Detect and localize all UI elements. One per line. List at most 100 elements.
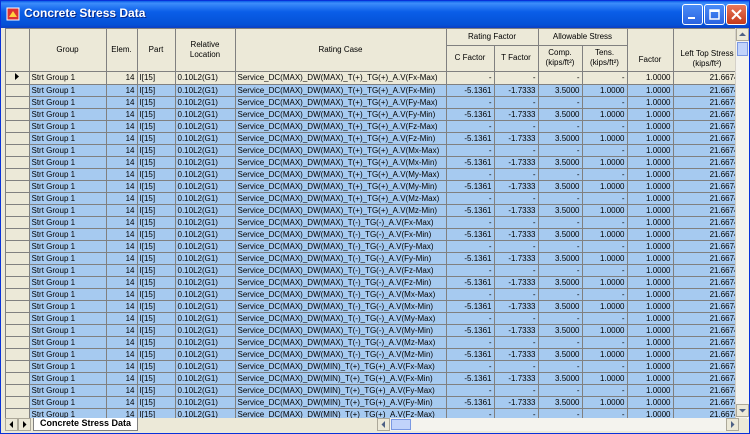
cell-relative-location[interactable]: 0.10L2(G1) (175, 276, 236, 289)
cell-t-factor[interactable]: - (494, 264, 539, 277)
cell-elem[interactable]: 14 (106, 384, 138, 397)
data-grid[interactable]: Group Elem. Part Relative Location Ratin… (5, 28, 748, 419)
cell-rating-case[interactable]: Service_DC(MAX)_DW(MAX)_T(+)_TG(+)_A.V(F… (235, 71, 447, 85)
cell-t-factor[interactable]: -1.7333 (494, 132, 539, 145)
cell-elem[interactable]: 14 (106, 120, 138, 133)
cell-c-factor[interactable]: - (446, 264, 495, 277)
cell-tens[interactable]: 1.0000 (582, 396, 628, 409)
header-tens[interactable]: Tens. (kips/ft²) (582, 45, 628, 72)
cell-rating-case[interactable]: Service_DC(MAX)_DW(MAX)_T(+)_TG(+)_A.V(M… (235, 180, 447, 193)
cell-tens[interactable]: 1.0000 (582, 348, 628, 361)
cell-elem[interactable]: 14 (106, 276, 138, 289)
cell-part[interactable]: I[15] (137, 276, 176, 289)
cell-relative-location[interactable]: 0.10L2(G1) (175, 300, 236, 313)
cell-relative-location[interactable]: 0.10L2(G1) (175, 71, 236, 85)
cell-elem[interactable]: 14 (106, 132, 138, 145)
cell-tens[interactable]: 1.0000 (582, 156, 628, 169)
table-row[interactable]: Strt Group 1 14 I[15] 0.10L2(G1) Service_DC(… (6, 396, 742, 409)
cell-left-top-stress[interactable]: 21.6674 (673, 240, 742, 253)
cell-relative-location[interactable]: 0.10L2(G1) (175, 348, 236, 361)
cell-rating-case[interactable]: Service_DC(MAX)_DW(MAX)_T(+)_TG(+)_A.V(M… (235, 204, 447, 217)
cell-rating-case[interactable]: Service_DC(MAX)_DW(MAX)_T(+)_TG(+)_A.V(M… (235, 192, 447, 205)
cell-factor[interactable]: 1.0000 (627, 300, 674, 313)
vertical-scroll-thumb[interactable] (737, 42, 748, 56)
row-indicator[interactable] (6, 240, 30, 253)
cell-group[interactable]: Strt Group 1 (29, 312, 107, 325)
table-row[interactable]: Strt Group 1 14 I[15] 0.10L2(G1) Service_DC(… (6, 120, 742, 133)
table-row[interactable]: Strt Group 1 14 I[15] 0.10L2(G1) Service_DC(… (6, 348, 742, 361)
cell-elem[interactable]: 14 (106, 264, 138, 277)
cell-t-factor[interactable]: -1.7333 (494, 156, 539, 169)
cell-tens[interactable]: - (582, 384, 628, 397)
cell-elem[interactable]: 14 (106, 156, 138, 169)
cell-c-factor[interactable]: - (446, 240, 495, 253)
cell-elem[interactable]: 14 (106, 324, 138, 337)
cell-t-factor[interactable]: -1.7333 (494, 108, 539, 121)
cell-left-top-stress[interactable]: 21.6674 (673, 192, 742, 205)
cell-factor[interactable]: 1.0000 (627, 360, 674, 373)
cell-rating-case[interactable]: Service_DC(MAX)_DW(MAX)_T(-)_TG(-)_A.V(F… (235, 252, 447, 265)
cell-part[interactable]: I[15] (137, 264, 176, 277)
cell-relative-location[interactable]: 0.10L2(G1) (175, 216, 236, 229)
cell-comp[interactable]: - (538, 288, 583, 301)
cell-t-factor[interactable]: - (494, 288, 539, 301)
cell-comp[interactable]: - (538, 336, 583, 349)
cell-rating-case[interactable]: Service_DC(MAX)_DW(MAX)_T(-)_TG(-)_A.V(F… (235, 240, 447, 253)
row-indicator[interactable] (6, 336, 30, 349)
cell-elem[interactable]: 14 (106, 228, 138, 241)
cell-left-top-stress[interactable]: 21.6674 (673, 336, 742, 349)
cell-tens[interactable]: - (582, 144, 628, 157)
cell-elem[interactable]: 14 (106, 192, 138, 205)
cell-part[interactable]: I[15] (137, 108, 176, 121)
table-row[interactable]: Strt Group 1 14 I[15] 0.10L2(G1) Service_DC(… (6, 336, 742, 349)
table-row[interactable]: Strt Group 1 14 I[15] 0.10L2(G1) Service_DC(… (6, 240, 742, 253)
cell-comp[interactable]: - (538, 192, 583, 205)
cell-comp[interactable]: - (538, 264, 583, 277)
scroll-up-button[interactable] (736, 28, 749, 41)
cell-group[interactable]: Strt Group 1 (29, 180, 107, 193)
cell-tens[interactable]: 1.0000 (582, 204, 628, 217)
cell-rating-case[interactable]: Service_DC(MAX)_DW(MAX)_T(+)_TG(+)_A.V(M… (235, 156, 447, 169)
cell-factor[interactable]: 1.0000 (627, 168, 674, 181)
row-indicator[interactable] (6, 228, 30, 241)
table-row[interactable]: Strt Group 1 14 I[15] 0.10L2(G1) Service_DC(… (6, 132, 742, 145)
cell-c-factor[interactable]: -5.1361 (446, 228, 495, 241)
cell-tens[interactable]: 1.0000 (582, 300, 628, 313)
table-row[interactable]: Strt Group 1 14 I[15] 0.10L2(G1) Service_DC(… (6, 228, 742, 241)
cell-elem[interactable]: 14 (106, 396, 138, 409)
cell-comp[interactable]: - (538, 240, 583, 253)
cell-group[interactable]: Strt Group 1 (29, 384, 107, 397)
cell-comp[interactable]: 3.5000 (538, 300, 583, 313)
cell-group[interactable]: Strt Group 1 (29, 264, 107, 277)
cell-relative-location[interactable]: 0.10L2(G1) (175, 192, 236, 205)
cell-c-factor[interactable]: - (446, 360, 495, 373)
cell-tens[interactable]: 1.0000 (582, 252, 628, 265)
vertical-scrollbar[interactable] (735, 28, 749, 418)
cell-left-top-stress[interactable]: 21.6674 (673, 228, 742, 241)
cell-group[interactable]: Strt Group 1 (29, 144, 107, 157)
cell-part[interactable]: I[15] (137, 240, 176, 253)
cell-group[interactable]: Strt Group 1 (29, 96, 107, 109)
cell-group[interactable]: Strt Group 1 (29, 156, 107, 169)
row-indicator[interactable] (6, 168, 30, 181)
cell-group[interactable]: Strt Group 1 (29, 348, 107, 361)
cell-group[interactable]: Strt Group 1 (29, 300, 107, 313)
cell-relative-location[interactable]: 0.10L2(G1) (175, 180, 236, 193)
cell-relative-location[interactable]: 0.10L2(G1) (175, 264, 236, 277)
cell-factor[interactable]: 1.0000 (627, 348, 674, 361)
cell-tens[interactable]: - (582, 288, 628, 301)
tab-scroll-right[interactable] (18, 418, 31, 431)
row-indicator[interactable] (6, 108, 30, 121)
cell-t-factor[interactable]: - (494, 144, 539, 157)
table-row[interactable]: Strt Group 1 14 I[15] 0.10L2(G1) Service_DC(… (6, 384, 742, 397)
cell-factor[interactable]: 1.0000 (627, 180, 674, 193)
table-row[interactable]: Strt Group 1 14 I[15] 0.10L2(G1) Service_DC(… (6, 300, 742, 313)
horizontal-scroll-thumb[interactable] (391, 419, 411, 430)
cell-comp[interactable]: 3.5000 (538, 372, 583, 385)
row-indicator[interactable] (6, 192, 30, 205)
cell-factor[interactable]: 1.0000 (627, 288, 674, 301)
cell-left-top-stress[interactable]: 21.6674 (673, 168, 742, 181)
cell-part[interactable]: I[15] (137, 156, 176, 169)
cell-elem[interactable]: 14 (106, 108, 138, 121)
cell-c-factor[interactable]: - (446, 168, 495, 181)
